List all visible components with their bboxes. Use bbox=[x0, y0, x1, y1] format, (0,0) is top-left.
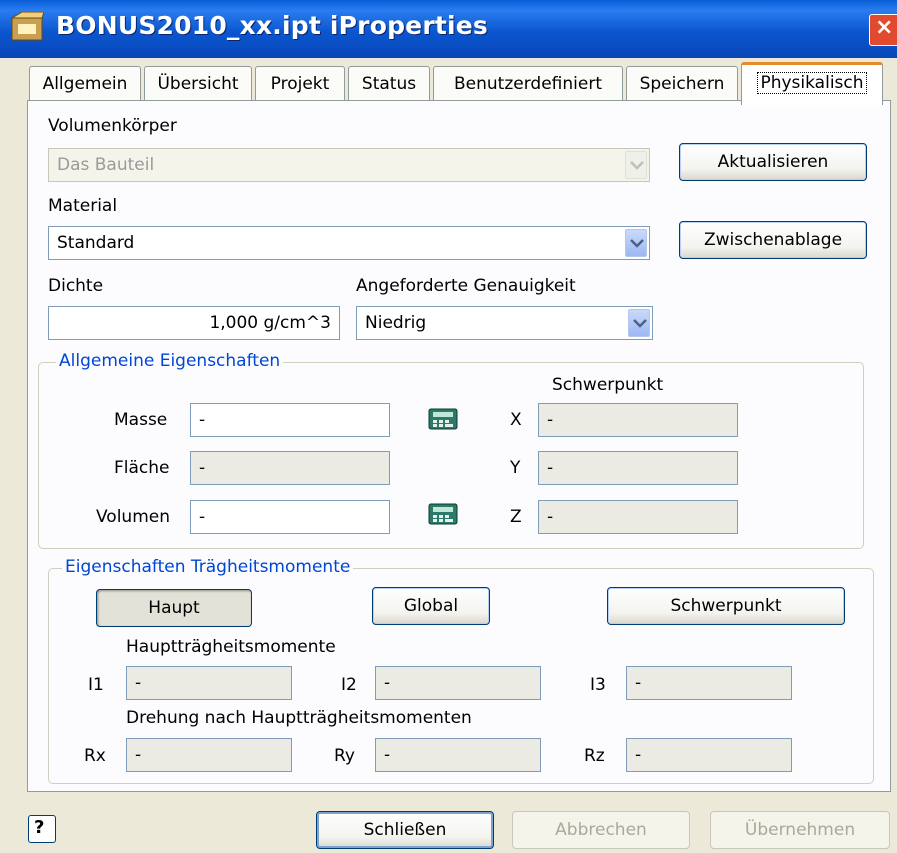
global-button-label: Global bbox=[403, 596, 459, 616]
y-value: - bbox=[547, 458, 554, 478]
solid-value: Das Bauteil bbox=[57, 155, 155, 175]
i2-field[interactable]: - bbox=[375, 666, 541, 700]
mass-value: - bbox=[199, 410, 206, 430]
area-value: - bbox=[199, 458, 206, 478]
accuracy-dropdown[interactable]: Niedrig bbox=[356, 306, 653, 340]
center-of-gravity-label: Schwerpunkt bbox=[552, 375, 664, 395]
volume-value: - bbox=[199, 507, 206, 527]
material-dropdown[interactable]: Standard bbox=[48, 226, 650, 260]
accuracy-label: Angeforderte Genauigkeit bbox=[356, 276, 576, 296]
calculator-icon[interactable] bbox=[428, 503, 458, 525]
close-button-label: Schließen bbox=[363, 820, 447, 840]
clipboard-button-label: Zwischenablage bbox=[703, 230, 843, 250]
i3-label: I3 bbox=[590, 675, 606, 695]
area-label: Fläche bbox=[114, 458, 170, 478]
help-icon: ? bbox=[34, 817, 45, 838]
material-label: Material bbox=[48, 196, 118, 216]
material-value: Standard bbox=[57, 233, 135, 253]
solid-label: Volumenkörper bbox=[48, 116, 177, 136]
rz-value: - bbox=[635, 745, 642, 765]
y-label: Y bbox=[510, 458, 521, 478]
calculator-icon[interactable] bbox=[428, 408, 458, 430]
x-value: - bbox=[547, 410, 554, 430]
z-field[interactable]: - bbox=[538, 500, 738, 534]
update-button[interactable]: Aktualisieren bbox=[679, 143, 867, 181]
haupt-button-label: Haupt bbox=[148, 598, 200, 618]
density-input[interactable]: 1,000 g/cm^3 bbox=[48, 306, 340, 340]
chevron-down-icon[interactable] bbox=[628, 309, 650, 337]
density-value: 1,000 g/cm^3 bbox=[209, 313, 331, 333]
chevron-down-icon[interactable] bbox=[625, 151, 647, 179]
general-properties-title: Allgemeine Eigenschaften bbox=[56, 351, 284, 371]
i2-value: - bbox=[384, 673, 391, 693]
apply-button-label: Übernehmen bbox=[744, 820, 856, 840]
ry-field[interactable]: - bbox=[375, 738, 541, 772]
rx-value: - bbox=[135, 745, 142, 765]
global-button[interactable]: Global bbox=[372, 587, 490, 625]
z-value: - bbox=[547, 507, 554, 527]
cancel-button-label: Abbrechen bbox=[555, 820, 647, 840]
cancel-button[interactable]: Abbrechen bbox=[512, 811, 690, 849]
accuracy-value: Niedrig bbox=[365, 313, 427, 333]
i1-value: - bbox=[135, 673, 142, 693]
rz-field[interactable]: - bbox=[626, 738, 792, 772]
x-field[interactable]: - bbox=[538, 403, 738, 437]
z-label: Z bbox=[510, 507, 522, 527]
help-button[interactable]: ? bbox=[28, 815, 56, 843]
apply-button[interactable]: Übernehmen bbox=[710, 811, 890, 849]
x-label: X bbox=[510, 410, 522, 430]
area-field[interactable]: - bbox=[190, 451, 390, 485]
i1-field[interactable]: - bbox=[126, 666, 292, 700]
schwerpunkt-button-label: Schwerpunkt bbox=[670, 596, 782, 616]
density-label: Dichte bbox=[48, 276, 104, 296]
rz-label: Rz bbox=[584, 746, 605, 766]
schwerpunkt-button[interactable]: Schwerpunkt bbox=[607, 587, 845, 625]
close-button[interactable]: Schließen bbox=[316, 811, 494, 849]
update-button-label: Aktualisieren bbox=[717, 152, 829, 172]
volume-label: Volumen bbox=[96, 507, 171, 527]
chevron-down-icon[interactable] bbox=[625, 229, 647, 257]
i3-value: - bbox=[635, 673, 642, 693]
ry-value: - bbox=[384, 745, 391, 765]
clipboard-button[interactable]: Zwischenablage bbox=[679, 221, 867, 259]
ry-label: Ry bbox=[334, 746, 355, 766]
solid-dropdown[interactable]: Das Bauteil bbox=[48, 148, 650, 182]
rotation-label: Drehung nach Hauptträgheitsmomenten bbox=[126, 708, 472, 728]
mass-field[interactable]: - bbox=[190, 403, 390, 437]
principal-moments-label: Hauptträgheitsmomente bbox=[126, 637, 336, 657]
y-field[interactable]: - bbox=[538, 451, 738, 485]
panel-content: Volumenkörper Das Bauteil Aktualisieren … bbox=[0, 0, 897, 853]
i2-label: I2 bbox=[341, 675, 357, 695]
rx-field[interactable]: - bbox=[126, 738, 292, 772]
haupt-button[interactable]: Haupt bbox=[96, 589, 252, 627]
i1-label: I1 bbox=[88, 675, 104, 695]
rx-label: Rx bbox=[84, 746, 106, 766]
inertia-title: Eigenschaften Trägheitsmomente bbox=[62, 557, 354, 577]
mass-label: Masse bbox=[114, 410, 168, 430]
iproperties-dialog: BONUS2010_xx.ipt iProperties × Allgemein… bbox=[0, 0, 897, 853]
i3-field[interactable]: - bbox=[626, 666, 792, 700]
volume-field[interactable]: - bbox=[190, 500, 390, 534]
